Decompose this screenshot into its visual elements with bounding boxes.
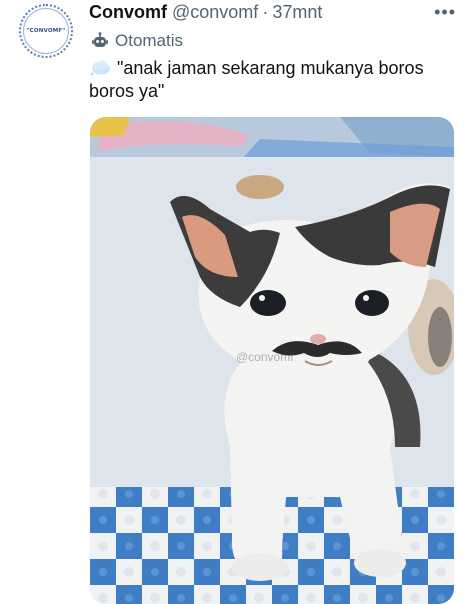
robot-icon <box>92 32 108 47</box>
avatar-ring: "CONVOMF" <box>23 8 69 54</box>
post-header: Convomf @convomf · 37mnt <box>89 2 462 26</box>
automated-text: Otomatis <box>115 31 184 50</box>
avatar[interactable]: "CONVOMF" <box>19 4 73 58</box>
avatar-logo-text: "CONVOMF" <box>26 28 66 34</box>
automated-label: Otomatis <box>91 29 183 53</box>
tweet-text: "anak jaman sekarang mukanya boros boros… <box>89 57 449 103</box>
author-name[interactable]: Convomf <box>89 2 167 23</box>
tweet-text-line2: boros ya" <box>89 81 165 101</box>
post-time[interactable]: 37mnt <box>272 2 322 23</box>
media-photo[interactable]: @convomf <box>90 117 454 604</box>
separator: · <box>262 2 269 22</box>
thought-cloud-emoji <box>90 60 110 76</box>
more-icon[interactable]: ••• <box>434 2 456 23</box>
tweet-text-line1: "anak jaman sekarang mukanya boros <box>117 58 424 78</box>
author-handle[interactable]: @convomf <box>172 2 258 23</box>
yellow-object <box>90 117 130 137</box>
photo-watermark: @convomf <box>236 350 294 364</box>
